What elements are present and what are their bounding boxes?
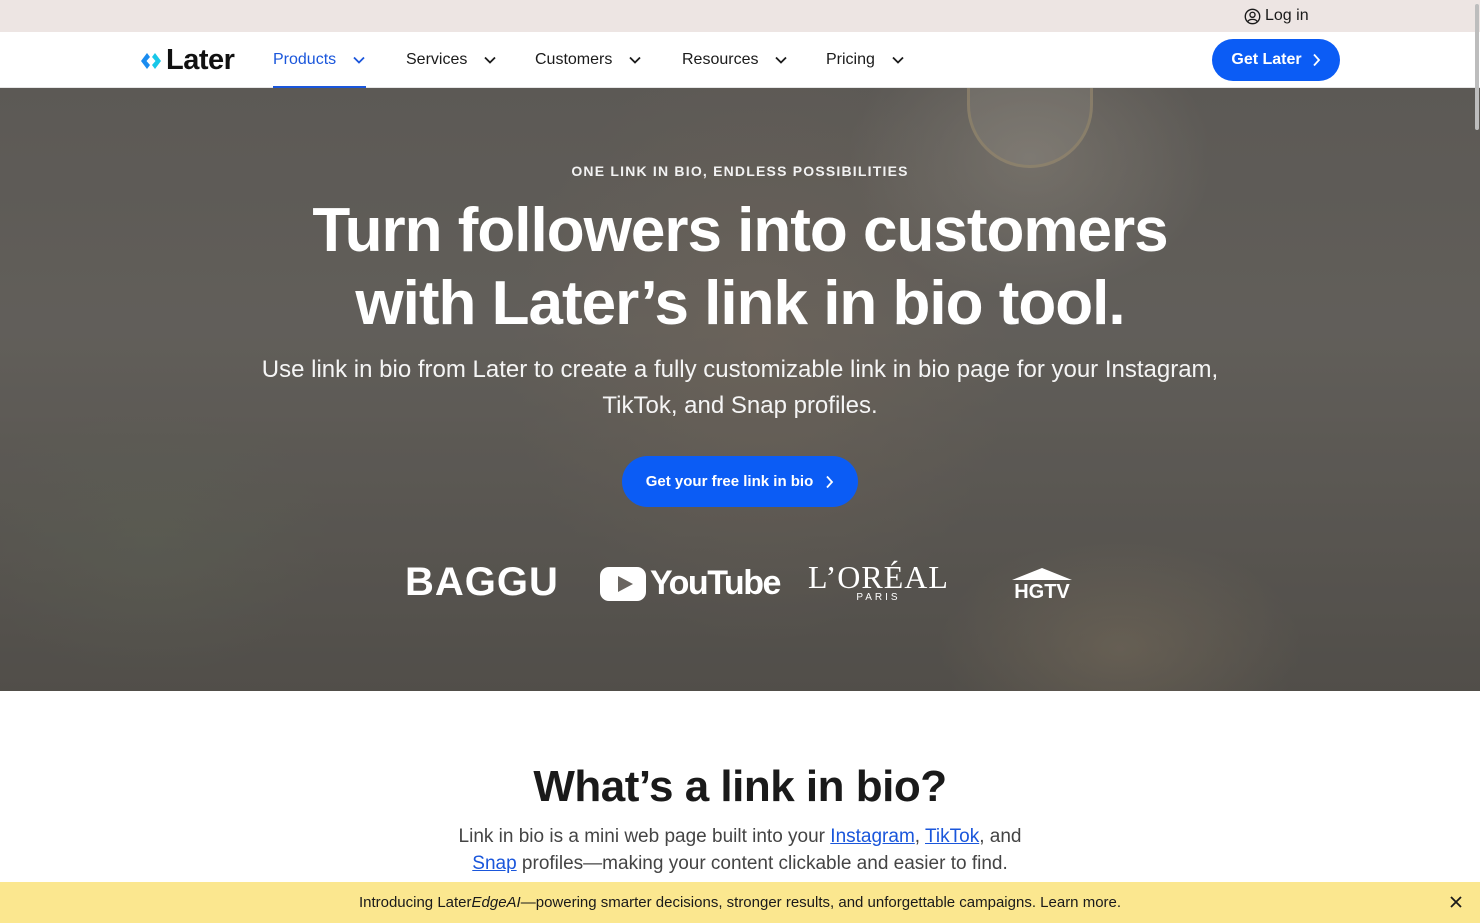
user-circle-icon (1244, 8, 1261, 24)
section-body-prefix: Link in bio is a mini web page built int… (458, 826, 831, 847)
announcement-suffix: —powering smarter decisions, stronger re… (520, 894, 1122, 911)
youtube-play-icon (600, 566, 646, 601)
hgtv-wordmark: HGTV (1014, 581, 1070, 600)
youtube-logo: YouTube (600, 564, 781, 603)
logo-text: Later (166, 44, 235, 76)
baggu-logo: BAGGU (405, 560, 559, 604)
chevron-down-icon (484, 56, 496, 64)
nav-products-label: Products (273, 51, 337, 68)
hero-title-line1: Turn followers into customers (312, 196, 1168, 265)
youtube-wordmark: YouTube (650, 564, 781, 602)
chevron-down-icon (775, 56, 788, 64)
nav-pricing[interactable]: Pricing (826, 32, 905, 88)
nav-customers[interactable]: Customers (535, 32, 642, 88)
loreal-wordmark: L’ORÉAL (808, 559, 949, 595)
section-body: Link in bio is a mini web page built int… (450, 823, 1030, 877)
scrollbar-thumb[interactable] (1475, 4, 1479, 130)
hero-title: Turn followers into customers with Later… (240, 194, 1240, 340)
nav-services[interactable]: Services (406, 32, 497, 88)
chevron-down-icon (892, 56, 904, 64)
hero-title-line2: with Later’s link in bio tool. (355, 269, 1125, 338)
main-nav: Later Products Services Customers Resour… (0, 32, 1480, 88)
section-body-suffix: profiles—making your content clickable a… (516, 853, 1008, 874)
nav-customers-label: Customers (535, 51, 613, 68)
snap-link[interactable]: Snap (472, 853, 516, 874)
chevron-down-icon (353, 56, 365, 64)
login-link[interactable]: Log in (1244, 7, 1309, 25)
get-free-link-in-bio-button[interactable]: Get your free link in bio (622, 456, 858, 507)
announcement-prefix: Introducing Later (358, 894, 472, 911)
section-title: What’s a link in bio? (533, 762, 947, 811)
nav-services-label: Services (406, 51, 468, 68)
announcement-bar[interactable]: Introducing Later EdgeAI —powering smarte… (0, 882, 1480, 923)
hgtv-logo: HGTV (1012, 568, 1072, 600)
nav-products[interactable]: Products (273, 32, 367, 88)
close-icon[interactable] (1448, 894, 1464, 910)
hero-section: ONE LINK IN BIO, ENDLESS POSSIBILITIES T… (0, 88, 1480, 691)
announcement-emphasis: EdgeAI (471, 894, 521, 911)
tiktok-link[interactable]: TikTok (925, 826, 979, 847)
chevron-right-icon (1312, 53, 1320, 67)
later-logo[interactable]: Later (140, 44, 235, 77)
hero-subtitle: Use link in bio from Later to create a f… (261, 356, 1219, 419)
nav-resources-label: Resources (682, 51, 759, 68)
nav-resources[interactable]: Resources (682, 32, 788, 88)
chevron-down-icon (629, 56, 641, 64)
later-logo-icon (141, 52, 161, 69)
section-body-and: , and (979, 826, 1022, 847)
loreal-logo: L’ORÉAL PARIS (808, 559, 949, 603)
section-body-comma: , (914, 826, 925, 847)
instagram-link[interactable]: Instagram (830, 826, 914, 847)
nav-pricing-label: Pricing (826, 51, 875, 68)
hero-eyebrow: ONE LINK IN BIO, ENDLESS POSSIBILITIES (571, 163, 909, 179)
utility-bar: Log in (0, 0, 1480, 32)
hero-cta-label: Get your free link in bio (645, 473, 814, 490)
chevron-right-icon (826, 475, 834, 488)
get-later-label: Get Later (1231, 51, 1302, 68)
get-later-button[interactable]: Get Later (1212, 39, 1340, 81)
login-label: Log in (1265, 7, 1309, 24)
page-scrollbar[interactable] (1474, 0, 1480, 923)
